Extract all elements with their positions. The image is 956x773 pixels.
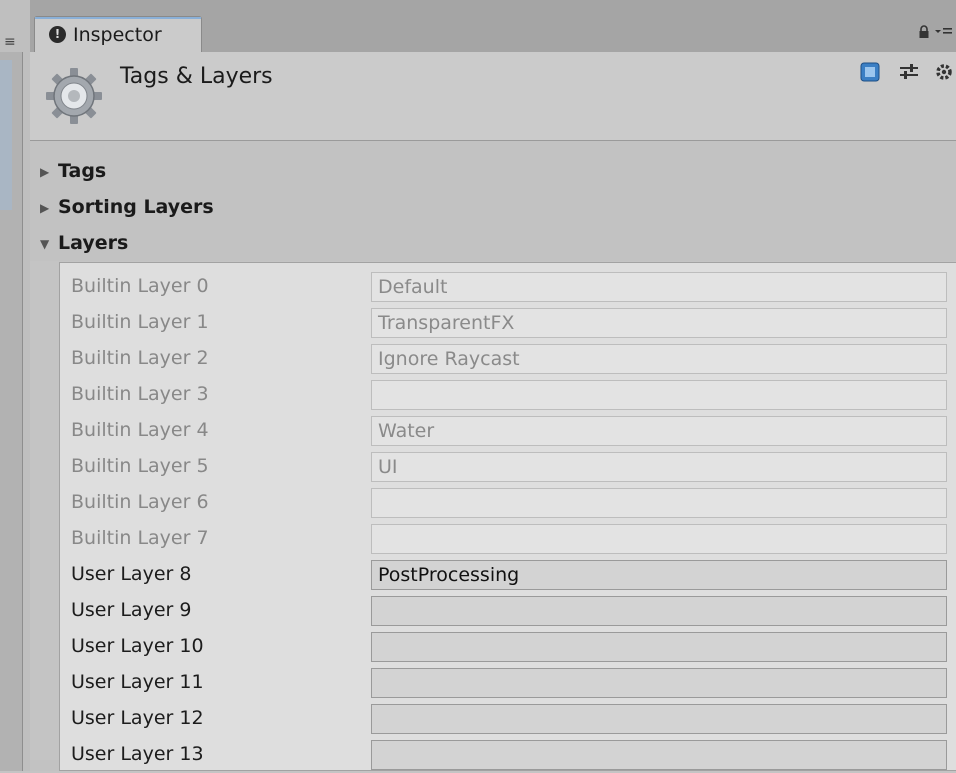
- panel-menu-icon[interactable]: ≡: [4, 34, 16, 50]
- inspector-header: Tags & Layers: [30, 52, 956, 141]
- adjacent-panel: ≡: [0, 0, 30, 771]
- layer-label: Builtin Layer 0: [71, 275, 209, 297]
- layer-label: Builtin Layer 4: [71, 419, 209, 441]
- settings-sections: ▶ Tags ▶ Sorting Layers ▼ Layers: [30, 141, 956, 261]
- layer-name-field[interactable]: [371, 668, 947, 698]
- tab-label: Inspector: [73, 24, 162, 46]
- layer-name-field: Ignore Raycast: [371, 344, 947, 374]
- foldout-arrow-icon: ▶: [40, 164, 50, 179]
- layer-name-field: Water: [371, 416, 947, 446]
- info-icon: !: [49, 26, 66, 43]
- settings-gear-icon: [46, 68, 102, 124]
- layer-name-field[interactable]: [371, 740, 947, 770]
- layer-row: User Layer 13: [60, 737, 956, 773]
- layer-label: User Layer 8: [71, 563, 192, 585]
- page-title: Tags & Layers: [120, 64, 273, 89]
- section-label: Layers: [58, 232, 129, 254]
- layer-row: Builtin Layer 7: [60, 521, 956, 557]
- layer-row: Builtin Layer 2 Ignore Raycast: [60, 341, 956, 377]
- layer-row: User Layer 10: [60, 629, 956, 665]
- layer-label: Builtin Layer 6: [71, 491, 209, 513]
- layer-label: User Layer 10: [71, 635, 204, 657]
- tab-inspector[interactable]: ! Inspector: [34, 16, 202, 52]
- layer-row: User Layer 8 PostProcessing: [60, 557, 956, 593]
- layer-name-field: UI: [371, 452, 947, 482]
- layer-name-field[interactable]: [371, 704, 947, 734]
- layers-list: Builtin Layer 0 Default Builtin Layer 1 Tra…: [59, 262, 956, 771]
- layer-label: Builtin Layer 3: [71, 383, 209, 405]
- layer-label: Builtin Layer 1: [71, 311, 209, 333]
- lock-icon[interactable]: [918, 25, 930, 39]
- section-label: Sorting Layers: [58, 196, 214, 218]
- layer-label: User Layer 12: [71, 707, 204, 729]
- preset-sliders-icon[interactable]: [898, 62, 920, 82]
- layer-name-field: [371, 524, 947, 554]
- section-layers[interactable]: ▼ Layers: [40, 225, 128, 261]
- layer-name-field: TransparentFX: [371, 308, 947, 338]
- layer-label: User Layer 13: [71, 743, 204, 765]
- layer-label: Builtin Layer 5: [71, 455, 209, 477]
- layer-row: Builtin Layer 1 TransparentFX: [60, 305, 956, 341]
- section-tags[interactable]: ▶ Tags: [40, 153, 106, 189]
- layer-row: Builtin Layer 0 Default: [60, 269, 956, 305]
- tab-controls: [918, 24, 952, 40]
- layer-row: User Layer 12: [60, 701, 956, 737]
- layer-name-field[interactable]: [371, 596, 947, 626]
- tab-bar: ! Inspector: [30, 0, 956, 53]
- layer-label: User Layer 11: [71, 671, 204, 693]
- layer-name-field[interactable]: PostProcessing: [371, 560, 947, 590]
- layer-row: Builtin Layer 5 UI: [60, 449, 956, 485]
- help-book-icon[interactable]: [860, 62, 880, 82]
- foldout-arrow-icon: ▶: [40, 200, 50, 215]
- layer-name-field: [371, 380, 947, 410]
- layer-name-field[interactable]: [371, 632, 947, 662]
- layer-row: Builtin Layer 3: [60, 377, 956, 413]
- layer-row: Builtin Layer 6: [60, 485, 956, 521]
- foldout-arrow-expanded-icon: ▼: [40, 236, 50, 251]
- section-sorting-layers[interactable]: ▶ Sorting Layers: [40, 189, 214, 225]
- layer-name-field: [371, 488, 947, 518]
- gear-menu-icon[interactable]: [934, 62, 954, 82]
- layer-label: User Layer 9: [71, 599, 192, 621]
- section-label: Tags: [58, 160, 107, 182]
- layer-label: Builtin Layer 7: [71, 527, 209, 549]
- layer-row: User Layer 9: [60, 593, 956, 629]
- tab-menu-icon[interactable]: [934, 26, 952, 38]
- layer-label: Builtin Layer 2: [71, 347, 209, 369]
- layer-name-field: Default: [371, 272, 947, 302]
- layer-row: User Layer 11: [60, 665, 956, 701]
- layer-row: Builtin Layer 4 Water: [60, 413, 956, 449]
